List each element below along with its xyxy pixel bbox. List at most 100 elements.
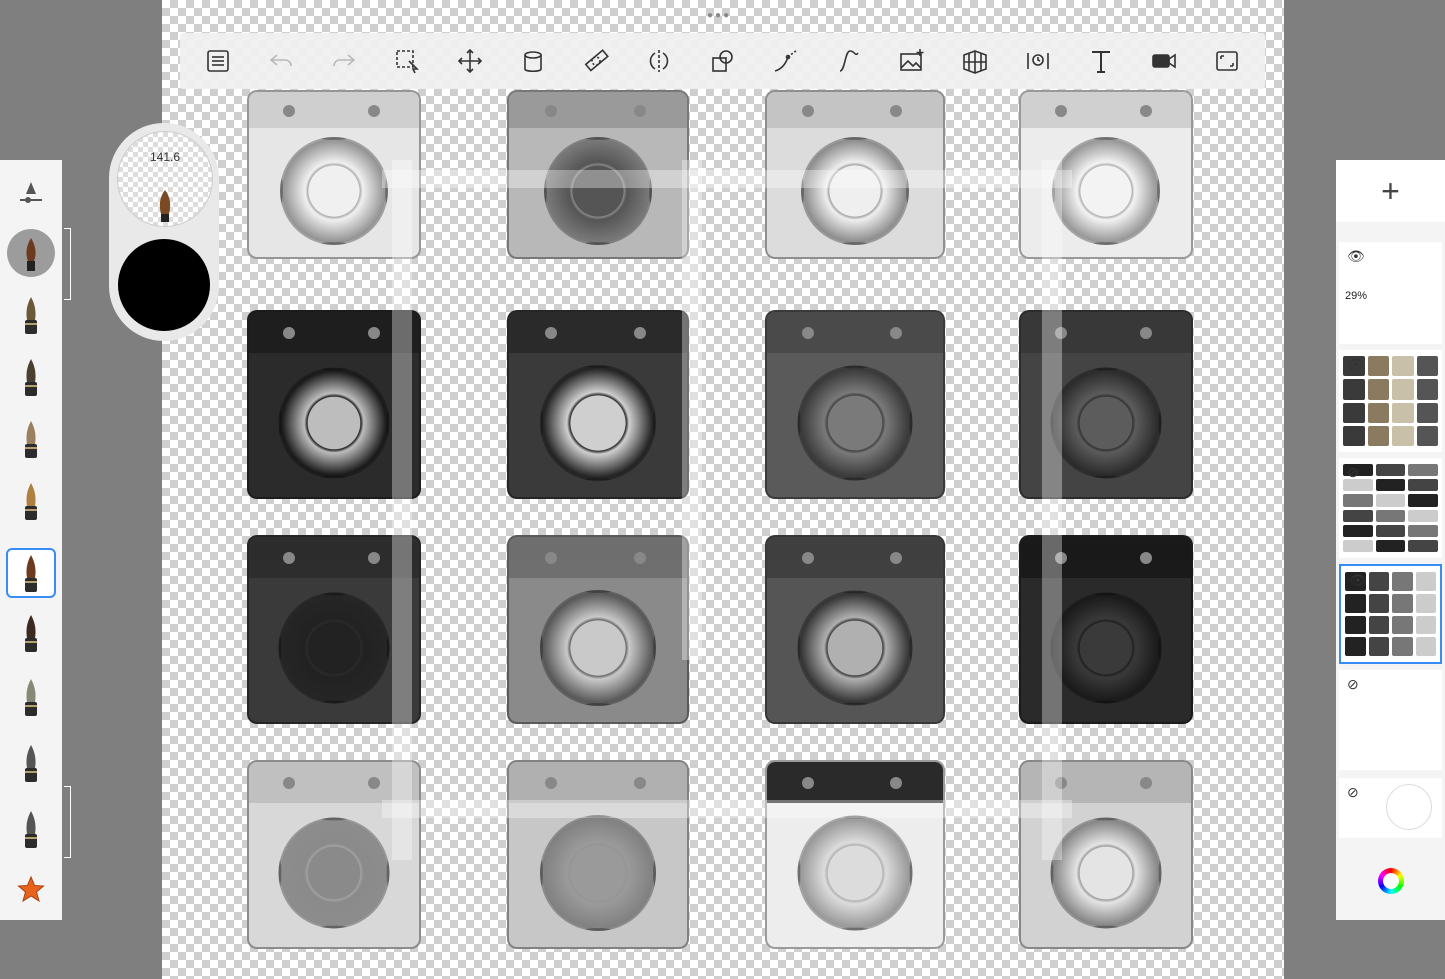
washer-lid: [1021, 544, 1191, 562]
selection-button[interactable]: [387, 41, 427, 81]
time-lapse-button[interactable]: [1018, 41, 1058, 81]
eye-icon[interactable]: 👁: [1349, 572, 1367, 589]
washer-lid: [249, 769, 419, 787]
eye-icon[interactable]: 👁: [1347, 248, 1365, 265]
washer-drum: [278, 592, 390, 704]
eraser-hard-brush-button[interactable]: [6, 804, 56, 854]
washer-lid: [509, 769, 687, 787]
washer-knob: [1055, 326, 1067, 339]
eraser-soft-icon: [25, 745, 37, 782]
layers-panel: + 👁 29% 👁 ⊘ 👁 ⊘ ⊘: [1336, 160, 1445, 920]
current-color-swatch[interactable]: [118, 239, 210, 331]
washer-knob: [802, 776, 815, 789]
washer-knob: [802, 326, 815, 339]
layer-list-button[interactable]: [198, 41, 238, 81]
washer-knob: [544, 105, 557, 118]
washer-control-panel: [1021, 92, 1191, 129]
time-lapse-icon: [1027, 53, 1049, 69]
chalk-brush-button[interactable]: [6, 672, 56, 722]
symmetry-button[interactable]: [639, 41, 679, 81]
washer-knob: [633, 326, 646, 339]
washer-drum: [278, 817, 390, 929]
round-brush-icon: [25, 555, 37, 592]
brush-puck[interactable]: 141.6: [109, 123, 219, 341]
hidden-eye-icon[interactable]: ⊘: [1347, 464, 1359, 481]
undo-button[interactable]: [261, 41, 301, 81]
favorite-star-brush-button[interactable]: [6, 864, 56, 914]
washer-lid: [767, 544, 943, 562]
hidden-eye-icon[interactable]: ⊘: [1347, 784, 1359, 801]
layer-thumbnail-6[interactable]: ⊘: [1339, 778, 1442, 838]
washer-drum: [544, 137, 652, 245]
guides-button[interactable]: [766, 41, 806, 81]
layer-thumbnail-2[interactable]: 👁: [1339, 350, 1442, 452]
ink-pen-brush-button[interactable]: [6, 608, 56, 658]
layer-thumbnail-3[interactable]: ⊘: [1339, 458, 1442, 558]
shapes-icon: [711, 50, 733, 72]
brush-settings-brush-button[interactable]: [6, 168, 56, 218]
hidden-eye-icon[interactable]: ⊘: [1347, 676, 1359, 693]
transform-button[interactable]: [450, 41, 490, 81]
import-image-icon: [899, 49, 924, 71]
washer-tile: [247, 760, 421, 949]
washer-control-panel: [509, 312, 687, 353]
washer-tile: [1019, 310, 1193, 499]
washer-knob: [633, 105, 646, 118]
pencil-brush-button[interactable]: [6, 414, 56, 464]
drawing-canvas[interactable]: ●●●: [162, 0, 1284, 979]
brush-size-label: 141.6: [149, 150, 181, 164]
washer-knob: [283, 551, 295, 564]
transform-icon: [458, 48, 483, 74]
washer-drum: [1050, 817, 1162, 929]
layer-thumbnail-4[interactable]: 👁: [1339, 564, 1442, 664]
round-brush-brush-button[interactable]: [6, 548, 56, 598]
pencil-icon: [25, 421, 37, 458]
washer-control-panel: [1021, 762, 1191, 803]
washer-tile: [507, 310, 689, 499]
airbrush-icon: [25, 297, 37, 334]
washer-tile: [247, 310, 421, 499]
brush-settings-icon: [20, 182, 42, 203]
canvas-handle-dots[interactable]: ●●●: [707, 10, 731, 21]
layer-thumbnail-1[interactable]: 👁 29%: [1339, 242, 1442, 344]
fill-bucket-button[interactable]: [513, 41, 553, 81]
washer-knob: [633, 551, 646, 564]
record-video-icon: [1152, 53, 1176, 69]
ruler-button[interactable]: [576, 41, 616, 81]
fullscreen-button[interactable]: [1207, 41, 1247, 81]
brush-panel: [0, 160, 71, 920]
washer-tile: [765, 760, 945, 949]
washer-tile: [1019, 90, 1193, 259]
perspective-grid-button[interactable]: [955, 41, 995, 81]
import-image-button[interactable]: [892, 41, 932, 81]
washer-tile: [1019, 535, 1193, 724]
washer-drum: [540, 365, 656, 481]
brush-size-preview[interactable]: 141.6: [117, 131, 213, 227]
eraser-hard-icon: [25, 811, 37, 848]
redo-button[interactable]: [324, 41, 364, 81]
text-button[interactable]: [1081, 41, 1121, 81]
color-wheel-icon[interactable]: [1378, 868, 1404, 894]
add-layer-button[interactable]: +: [1336, 160, 1445, 222]
layer-thumbnail-5[interactable]: ⊘: [1339, 670, 1442, 770]
airbrush-brush-button[interactable]: [6, 290, 56, 340]
washer-knob: [890, 326, 903, 339]
washer-knob: [283, 776, 295, 789]
washer-knob: [368, 551, 380, 564]
paint-brush-brush-button[interactable]: [6, 228, 56, 278]
washer-control-panel: [1021, 312, 1191, 353]
eraser-soft-brush-button[interactable]: [6, 738, 56, 788]
eye-icon[interactable]: 👁: [1347, 356, 1365, 373]
shapes-button[interactable]: [703, 41, 743, 81]
record-video-button[interactable]: [1144, 41, 1184, 81]
ink-pen-icon: [25, 615, 37, 652]
washer-tile: [765, 90, 945, 259]
fountain-pen-brush-button[interactable]: [6, 476, 56, 526]
brush-tip-icon: [159, 190, 171, 222]
washer-knob: [1140, 551, 1152, 564]
washer-tile: [765, 310, 945, 499]
washer-drum: [1052, 137, 1160, 245]
layer-mask-circle: [1386, 784, 1432, 830]
curve-button[interactable]: [829, 41, 869, 81]
marker-brush-button[interactable]: [6, 352, 56, 402]
